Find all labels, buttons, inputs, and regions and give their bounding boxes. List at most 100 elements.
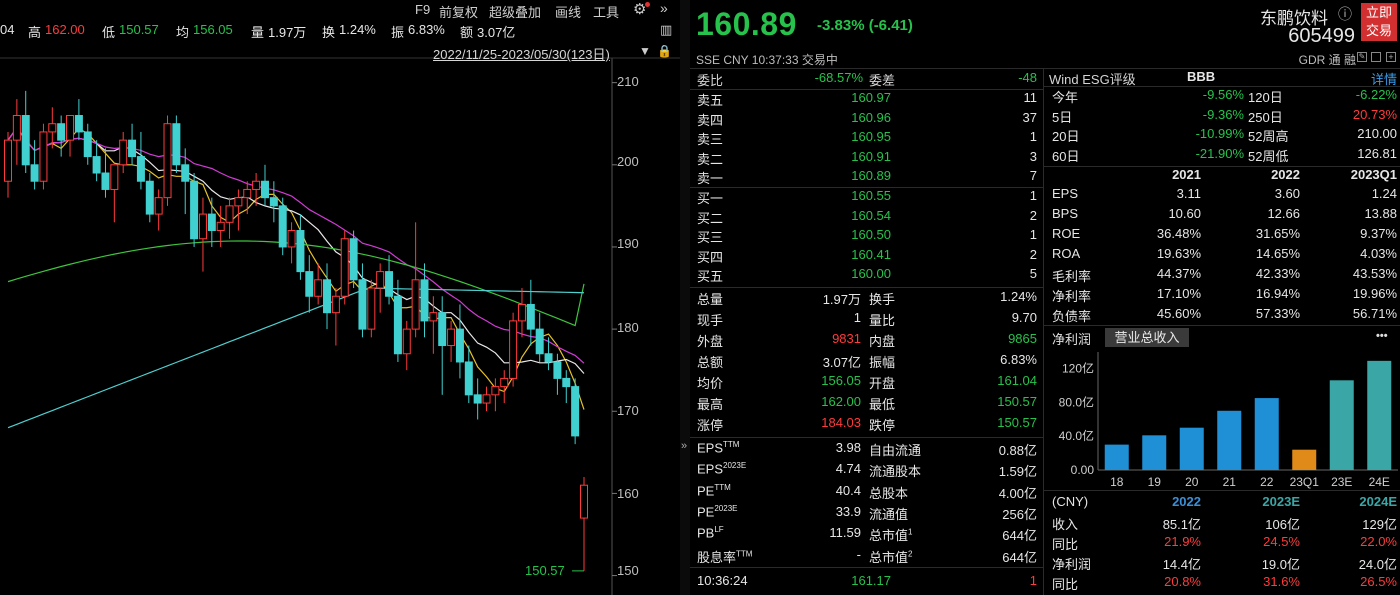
stat-value: 6.83% [1000, 352, 1037, 367]
weibi-row: 委比 -68.57% 委差 -48 [697, 70, 1037, 90]
stat-value: 9865 [1008, 331, 1037, 346]
wc-value: -48 [1018, 70, 1037, 85]
fin-row: ROE 36.48% 31.65% 9.37% [1052, 226, 1397, 246]
wb-label: 委比 [697, 73, 724, 88]
lock-icon[interactable]: 🔒 [657, 44, 672, 58]
bar-x-tick: 23Q1 [1290, 475, 1320, 489]
stat-row: 现手 1 量比 9.70 [697, 310, 1037, 330]
forecast-value: 19.0亿 [1261, 557, 1300, 572]
fin-header-row: 2021 2022 2023Q1 [1052, 167, 1397, 187]
dropdown-triangle-icon[interactable]: ▼ [639, 44, 651, 58]
stat-value: 156.05 [821, 373, 861, 388]
bar-x-tick: 21 [1223, 475, 1237, 489]
forecast-value: 129亿 [1362, 517, 1397, 532]
stat-label: 内盘 [869, 334, 896, 349]
date-range-selector[interactable]: 2022/11/25-2023/05/30(123日) [433, 44, 610, 63]
last-low-label: 150.57 [525, 563, 565, 578]
pen-icon[interactable]: ✎ [1357, 52, 1367, 62]
candle-body [154, 197, 163, 215]
fin-value: 19.96% [1352, 286, 1397, 301]
bid-price: 160.41 [851, 246, 891, 262]
forecast-value: 24.5% [1263, 534, 1300, 549]
info-icon[interactable]: ⓘ [1338, 4, 1352, 24]
revenue-bar [1254, 398, 1279, 470]
overlay-button[interactable]: 超级叠加 [489, 2, 541, 21]
candle-body [21, 115, 30, 166]
window-icon[interactable] [1371, 52, 1381, 62]
stat-row: 外盘 9831 内盘 9865 [697, 331, 1037, 351]
stat-value: 150.57 [997, 394, 1037, 409]
market-meta: SSE CNY 10:37:33 交易中 [696, 53, 838, 67]
valuation-row: EPSTTM 3.98 自由流通 0.88亿 [697, 440, 1037, 460]
forecast-row: 同比 20.8% 31.6% 26.5% [1052, 574, 1397, 594]
fin-value: 17.10% [1156, 286, 1201, 301]
fin-row: 毛利率 44.37% 42.33% 43.53% [1052, 266, 1397, 286]
candle-body [136, 156, 145, 182]
stat-value: 9831 [832, 331, 861, 346]
add-icon[interactable]: + [1386, 52, 1396, 62]
bid-price: 160.54 [851, 207, 891, 223]
stat-label: 总额 [697, 355, 724, 370]
ask-price: 160.91 [851, 148, 891, 164]
stat-value: 3.07亿 [822, 355, 861, 370]
stat-label: 总量 [697, 292, 724, 307]
expand-arrow-icon[interactable]: » [681, 440, 687, 452]
candle-body [39, 131, 48, 182]
bar-x-tick: 19 [1148, 475, 1162, 489]
draw-line-button[interactable]: 画线 [555, 2, 581, 21]
bar-x-tick: 20 [1185, 475, 1199, 489]
tools-button[interactable]: 工具 [593, 2, 619, 21]
fin-row: ROA 19.63% 14.65% 4.03% [1052, 246, 1397, 266]
val-value: 644亿 [1002, 549, 1037, 565]
val-value: 4.74 [835, 461, 861, 477]
tab-net-profit[interactable]: 净利润 [1052, 329, 1091, 348]
fuquan-button[interactable]: 前复权 [439, 2, 478, 21]
kline-plot[interactable] [0, 0, 680, 595]
return-row: 今年 -9.56% 120日 -6.22% [1052, 87, 1397, 107]
f9-button[interactable]: F9 [415, 2, 430, 17]
candle-body [491, 386, 500, 396]
fin-label: ROA [1052, 246, 1081, 261]
kline-chart-panel[interactable]: 04 高 162.00 低 150.57 均 156.05 量 1.97万 换 … [0, 0, 680, 595]
candle-body [207, 213, 216, 232]
val-label: PE2023E [697, 504, 737, 519]
candle-body [296, 230, 305, 273]
bid-label: 买一 [697, 191, 724, 206]
ask-price: 160.89 [851, 168, 891, 183]
tab-revenue[interactable]: 营业总收入 [1105, 328, 1189, 347]
candle-body [482, 394, 491, 404]
trade-now-button[interactable]: 立即 交易 [1361, 3, 1397, 41]
candle-body [119, 139, 128, 166]
bid-vol: 5 [1029, 266, 1037, 281]
ask-vol: 1 [1029, 129, 1037, 144]
candle-body [57, 123, 66, 141]
stat-label: 均价 [697, 376, 724, 391]
fin-value: 16.94% [1255, 286, 1300, 301]
revenue-bar [1367, 360, 1392, 470]
panel-divider[interactable]: » [680, 0, 690, 595]
last-price: 160.89 [696, 6, 797, 42]
candle-body [225, 205, 234, 223]
valuation-row: 股息率TTM - 总市值2 644亿 [697, 547, 1037, 567]
more-icon[interactable]: ••• [1376, 330, 1388, 342]
val-label: 总市值2 [869, 547, 912, 566]
amp-value: 6.83% [408, 22, 445, 37]
val-label: 自由流通 [869, 440, 921, 459]
fin-value: 19.63% [1156, 246, 1201, 261]
candle-body [580, 484, 588, 519]
val-label: PBLF [697, 525, 724, 540]
fin-row: EPS 3.11 3.60 1.24 [1052, 186, 1397, 206]
candle-body [172, 123, 181, 166]
return-label: 5日 [1052, 109, 1073, 125]
layout-icon[interactable]: ▥ [660, 22, 672, 38]
candle-body [83, 131, 92, 158]
candle-body [535, 328, 544, 355]
ask-vol: 37 [1022, 109, 1037, 125]
expand-right-icon[interactable]: » [660, 0, 668, 16]
ask-price: 160.97 [851, 90, 891, 105]
val-value: 0.88亿 [998, 443, 1037, 458]
stat-row: 总额 3.07亿 振幅 6.83% [697, 352, 1037, 372]
avg-label: 均 [176, 25, 190, 40]
revenue-bar [1217, 410, 1242, 470]
fin-value: 42.33% [1255, 266, 1300, 281]
